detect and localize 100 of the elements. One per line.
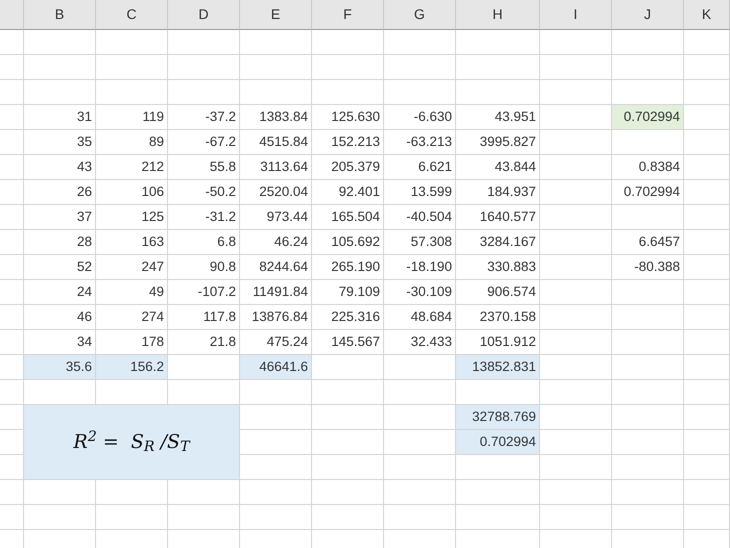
empty-cell[interactable] [240, 455, 312, 480]
empty-cell[interactable] [312, 80, 384, 105]
empty-cell[interactable] [684, 355, 730, 380]
empty-cell[interactable] [384, 55, 456, 80]
empty-cell[interactable] [240, 480, 312, 505]
row-header[interactable] [0, 280, 24, 305]
row-header[interactable] [0, 130, 24, 155]
empty-cell[interactable] [684, 180, 730, 205]
empty-cell[interactable] [312, 380, 384, 405]
empty-cell[interactable] [240, 80, 312, 105]
empty-cell[interactable] [24, 480, 96, 505]
empty-cell[interactable] [684, 430, 730, 455]
empty-cell[interactable] [540, 130, 612, 155]
empty-cell[interactable] [540, 255, 612, 280]
empty-cell[interactable] [684, 130, 730, 155]
empty-cell[interactable] [612, 355, 684, 380]
empty-cell[interactable] [96, 480, 168, 505]
empty-cell[interactable] [540, 155, 612, 180]
empty-cell[interactable] [240, 430, 312, 455]
empty-cell[interactable] [612, 305, 684, 330]
empty-cell[interactable] [612, 505, 684, 530]
empty-cell[interactable] [540, 55, 612, 80]
row-header[interactable] [0, 380, 24, 405]
row-header[interactable] [0, 505, 24, 530]
empty-cell[interactable] [240, 405, 312, 430]
empty-cell[interactable] [168, 30, 240, 55]
column-header[interactable]: F [312, 0, 384, 30]
empty-cell[interactable] [540, 380, 612, 405]
empty-cell[interactable] [168, 55, 240, 80]
empty-cell[interactable] [612, 455, 684, 480]
empty-cell[interactable] [456, 455, 540, 480]
row-header[interactable] [0, 255, 24, 280]
empty-cell[interactable] [612, 205, 684, 230]
column-header[interactable]: D [168, 0, 240, 30]
empty-cell[interactable] [456, 30, 540, 55]
empty-cell[interactable] [384, 80, 456, 105]
column-header[interactable]: B [24, 0, 96, 30]
empty-cell[interactable] [540, 305, 612, 330]
empty-cell[interactable] [684, 155, 730, 180]
empty-cell[interactable] [684, 80, 730, 105]
empty-cell[interactable] [240, 380, 312, 405]
column-header[interactable]: I [540, 0, 612, 30]
empty-cell[interactable] [612, 380, 684, 405]
empty-cell[interactable] [684, 380, 730, 405]
empty-cell[interactable] [684, 55, 730, 80]
empty-cell[interactable] [312, 455, 384, 480]
row-header[interactable] [0, 80, 24, 105]
row-header[interactable] [0, 430, 24, 455]
column-header[interactable]: C [96, 0, 168, 30]
empty-cell[interactable] [684, 280, 730, 305]
empty-cell[interactable] [540, 230, 612, 255]
empty-cell[interactable] [168, 480, 240, 505]
empty-cell[interactable] [612, 30, 684, 55]
empty-cell[interactable] [456, 80, 540, 105]
column-header[interactable]: G [384, 0, 456, 30]
column-header[interactable]: E [240, 0, 312, 30]
empty-cell[interactable] [612, 480, 684, 505]
empty-cell[interactable] [384, 505, 456, 530]
empty-cell[interactable] [96, 505, 168, 530]
empty-cell[interactable] [24, 55, 96, 80]
empty-cell[interactable] [240, 505, 312, 530]
column-header[interactable]: H [456, 0, 540, 30]
select-all-corner[interactable] [0, 0, 24, 30]
empty-cell[interactable] [24, 30, 96, 55]
empty-cell[interactable] [612, 330, 684, 355]
empty-cell[interactable] [312, 405, 384, 430]
empty-cell[interactable] [540, 80, 612, 105]
empty-cell[interactable] [312, 30, 384, 55]
empty-cell[interactable] [312, 480, 384, 505]
empty-cell[interactable] [684, 230, 730, 255]
row-header[interactable] [0, 55, 24, 80]
row-header[interactable] [0, 105, 24, 130]
empty-cell[interactable] [540, 505, 612, 530]
empty-cell[interactable] [684, 505, 730, 530]
column-header[interactable]: J [612, 0, 684, 30]
empty-cell[interactable] [240, 55, 312, 80]
row-header[interactable] [0, 455, 24, 480]
empty-cell[interactable] [24, 80, 96, 105]
row-header[interactable] [0, 205, 24, 230]
empty-cell[interactable] [24, 505, 96, 530]
empty-cell[interactable] [456, 480, 540, 505]
empty-cell[interactable] [684, 405, 730, 430]
empty-cell[interactable] [612, 130, 684, 155]
row-header[interactable] [0, 330, 24, 355]
empty-cell[interactable] [684, 255, 730, 280]
empty-cell[interactable] [168, 80, 240, 105]
empty-cell[interactable] [456, 55, 540, 80]
row-header[interactable] [0, 30, 24, 55]
empty-cell[interactable] [384, 455, 456, 480]
empty-cell[interactable] [168, 505, 240, 530]
row-header[interactable] [0, 480, 24, 505]
empty-cell[interactable] [96, 30, 168, 55]
empty-cell[interactable] [96, 55, 168, 80]
empty-cell[interactable] [384, 380, 456, 405]
empty-cell[interactable] [540, 455, 612, 480]
empty-cell[interactable] [612, 405, 684, 430]
empty-cell[interactable] [384, 480, 456, 505]
empty-cell[interactable] [540, 30, 612, 55]
empty-cell[interactable] [684, 330, 730, 355]
empty-cell[interactable] [612, 280, 684, 305]
